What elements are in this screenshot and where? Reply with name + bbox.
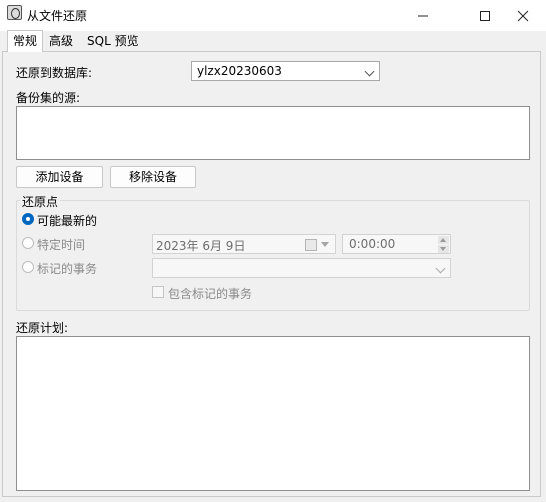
chevron-down-icon xyxy=(435,263,446,274)
calendar-dropdown-icon xyxy=(321,242,329,247)
chevron-down-icon xyxy=(364,66,375,77)
include-marked-label: 包含标记的事务 xyxy=(168,287,253,301)
title-bar: 从文件还原 xyxy=(0,0,546,31)
restore-db-label: 还原到数据库: xyxy=(16,66,93,80)
add-device-button[interactable]: 添加设备 xyxy=(16,166,103,188)
radio-marked-transaction-label: 标记的事务 xyxy=(37,262,98,276)
minimize-button[interactable] xyxy=(400,0,446,31)
time-stepper[interactable]: 0:00:00 xyxy=(342,234,451,254)
date-value: 2023年 6月 9日 xyxy=(156,239,246,253)
tab-general[interactable]: 常规 xyxy=(7,30,44,52)
tab-sql-preview[interactable]: SQL 预览 xyxy=(82,31,144,51)
restore-plan-label: 还原计划: xyxy=(16,321,69,335)
window-title: 从文件还原 xyxy=(27,9,88,23)
date-checkbox[interactable] xyxy=(305,239,317,251)
spin-up-icon[interactable] xyxy=(438,236,449,244)
restore-plan-list[interactable] xyxy=(16,336,530,491)
close-button[interactable] xyxy=(500,0,546,31)
radio-specific-time-label: 特定时间 xyxy=(37,238,86,252)
close-icon xyxy=(517,10,529,21)
spin-down-icon[interactable] xyxy=(438,245,449,253)
maximize-icon xyxy=(480,10,490,21)
app-icon xyxy=(7,5,22,20)
backup-source-list[interactable] xyxy=(16,106,530,160)
tab-advanced[interactable]: 高级 xyxy=(44,31,78,51)
date-picker[interactable]: 2023年 6月 9日 xyxy=(152,234,336,254)
backup-source-label: 备份集的源: xyxy=(16,91,81,105)
minimize-icon xyxy=(418,15,428,16)
time-value: 0:00:00 xyxy=(349,237,396,251)
include-marked-checkbox[interactable] xyxy=(152,286,164,298)
restore-point-title: 还原点 xyxy=(20,193,61,210)
restore-db-combo[interactable]: ylzx20230603 xyxy=(191,61,380,81)
remove-device-button[interactable]: 移除设备 xyxy=(110,166,196,188)
radio-latest-label: 可能最新的 xyxy=(37,214,98,228)
marked-transaction-combo[interactable] xyxy=(152,258,451,278)
restore-db-value: ylzx20230603 xyxy=(197,64,282,78)
radio-specific-time[interactable] xyxy=(22,237,34,249)
radio-latest[interactable] xyxy=(22,213,34,225)
radio-marked-transaction[interactable] xyxy=(22,261,34,273)
